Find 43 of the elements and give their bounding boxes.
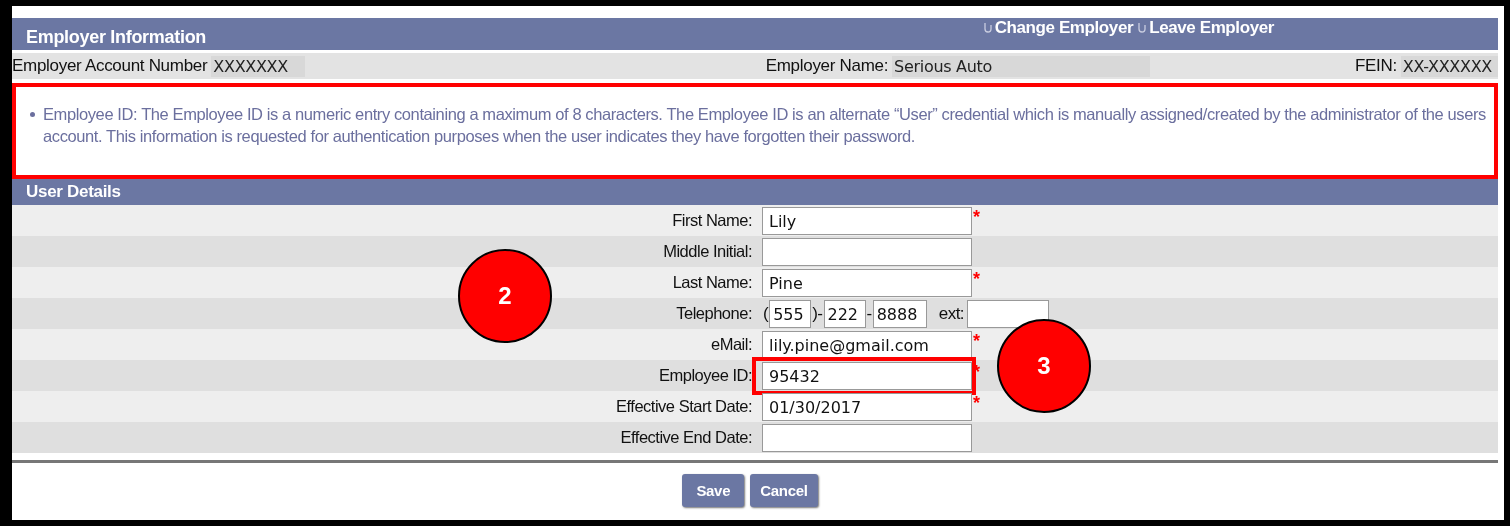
field-label: Telephone: — [675, 304, 753, 323]
section-title: User Details — [26, 182, 121, 202]
field-label: Employee ID: — [657, 366, 753, 385]
header-link[interactable]: Change Employer — [982, 18, 1134, 38]
field-label: Effective End Date: — [619, 428, 753, 447]
separator-text: ( — [762, 303, 770, 324]
required-mark: * — [973, 393, 980, 414]
input-field[interactable]: Lily — [762, 206, 972, 235]
input-field[interactable] — [762, 423, 972, 452]
input-field[interactable]: 95432 — [762, 361, 972, 390]
required-mark: * — [973, 207, 980, 228]
form-button[interactable]: Cancel — [750, 474, 818, 507]
input-field[interactable]: 222 — [823, 299, 866, 328]
field-value: Serious Auto — [892, 55, 1151, 77]
input-field[interactable]: 8888 — [872, 299, 927, 328]
field-label: Employer Account Number — [12, 56, 209, 76]
separator-text: )- — [811, 303, 824, 324]
notice-text: Employee ID: The Employee ID is a numeric entry containing a maximum of 8 characters. The Employee ID is an alternate “User” credential which is manually assigned/created by the administrator of the users account. This information is requested for authentication purposes when the user indicates they have forgotten their password. — [43, 104, 1487, 147]
required-mark: * — [973, 269, 980, 290]
input-field[interactable]: 01/30/2017 — [762, 392, 972, 421]
required-mark: * — [973, 331, 980, 352]
field-label: eMail: — [710, 335, 753, 354]
header-link[interactable]: Leave Employer — [1137, 18, 1274, 38]
field-value: XX-XXXXXX — [1400, 55, 1498, 77]
bullet-icon — [30, 112, 35, 117]
input-field[interactable]: 555 — [769, 299, 812, 328]
field-value: XXXXXXX — [211, 55, 306, 77]
form-button[interactable]: Save — [682, 474, 745, 507]
input-field[interactable] — [762, 237, 972, 266]
link-icon — [982, 22, 993, 34]
section-title: Employer Information — [26, 26, 207, 48]
field-label: First Name: — [671, 211, 753, 230]
field-label: Employer Name: — [765, 56, 890, 76]
separator-text: - — [865, 303, 873, 324]
input-field[interactable]: Pine — [762, 268, 972, 297]
field-label: ext: — [937, 303, 966, 324]
field-label: Effective Start Date: — [615, 397, 753, 416]
input-field[interactable]: lily.pine@gmail.com — [762, 330, 972, 359]
field-label: FEIN: — [1354, 56, 1398, 76]
field-label: Middle Initial: — [662, 242, 753, 261]
link-icon — [1137, 22, 1148, 34]
field-label: Last Name: — [671, 273, 753, 292]
input-field[interactable] — [967, 299, 1050, 328]
